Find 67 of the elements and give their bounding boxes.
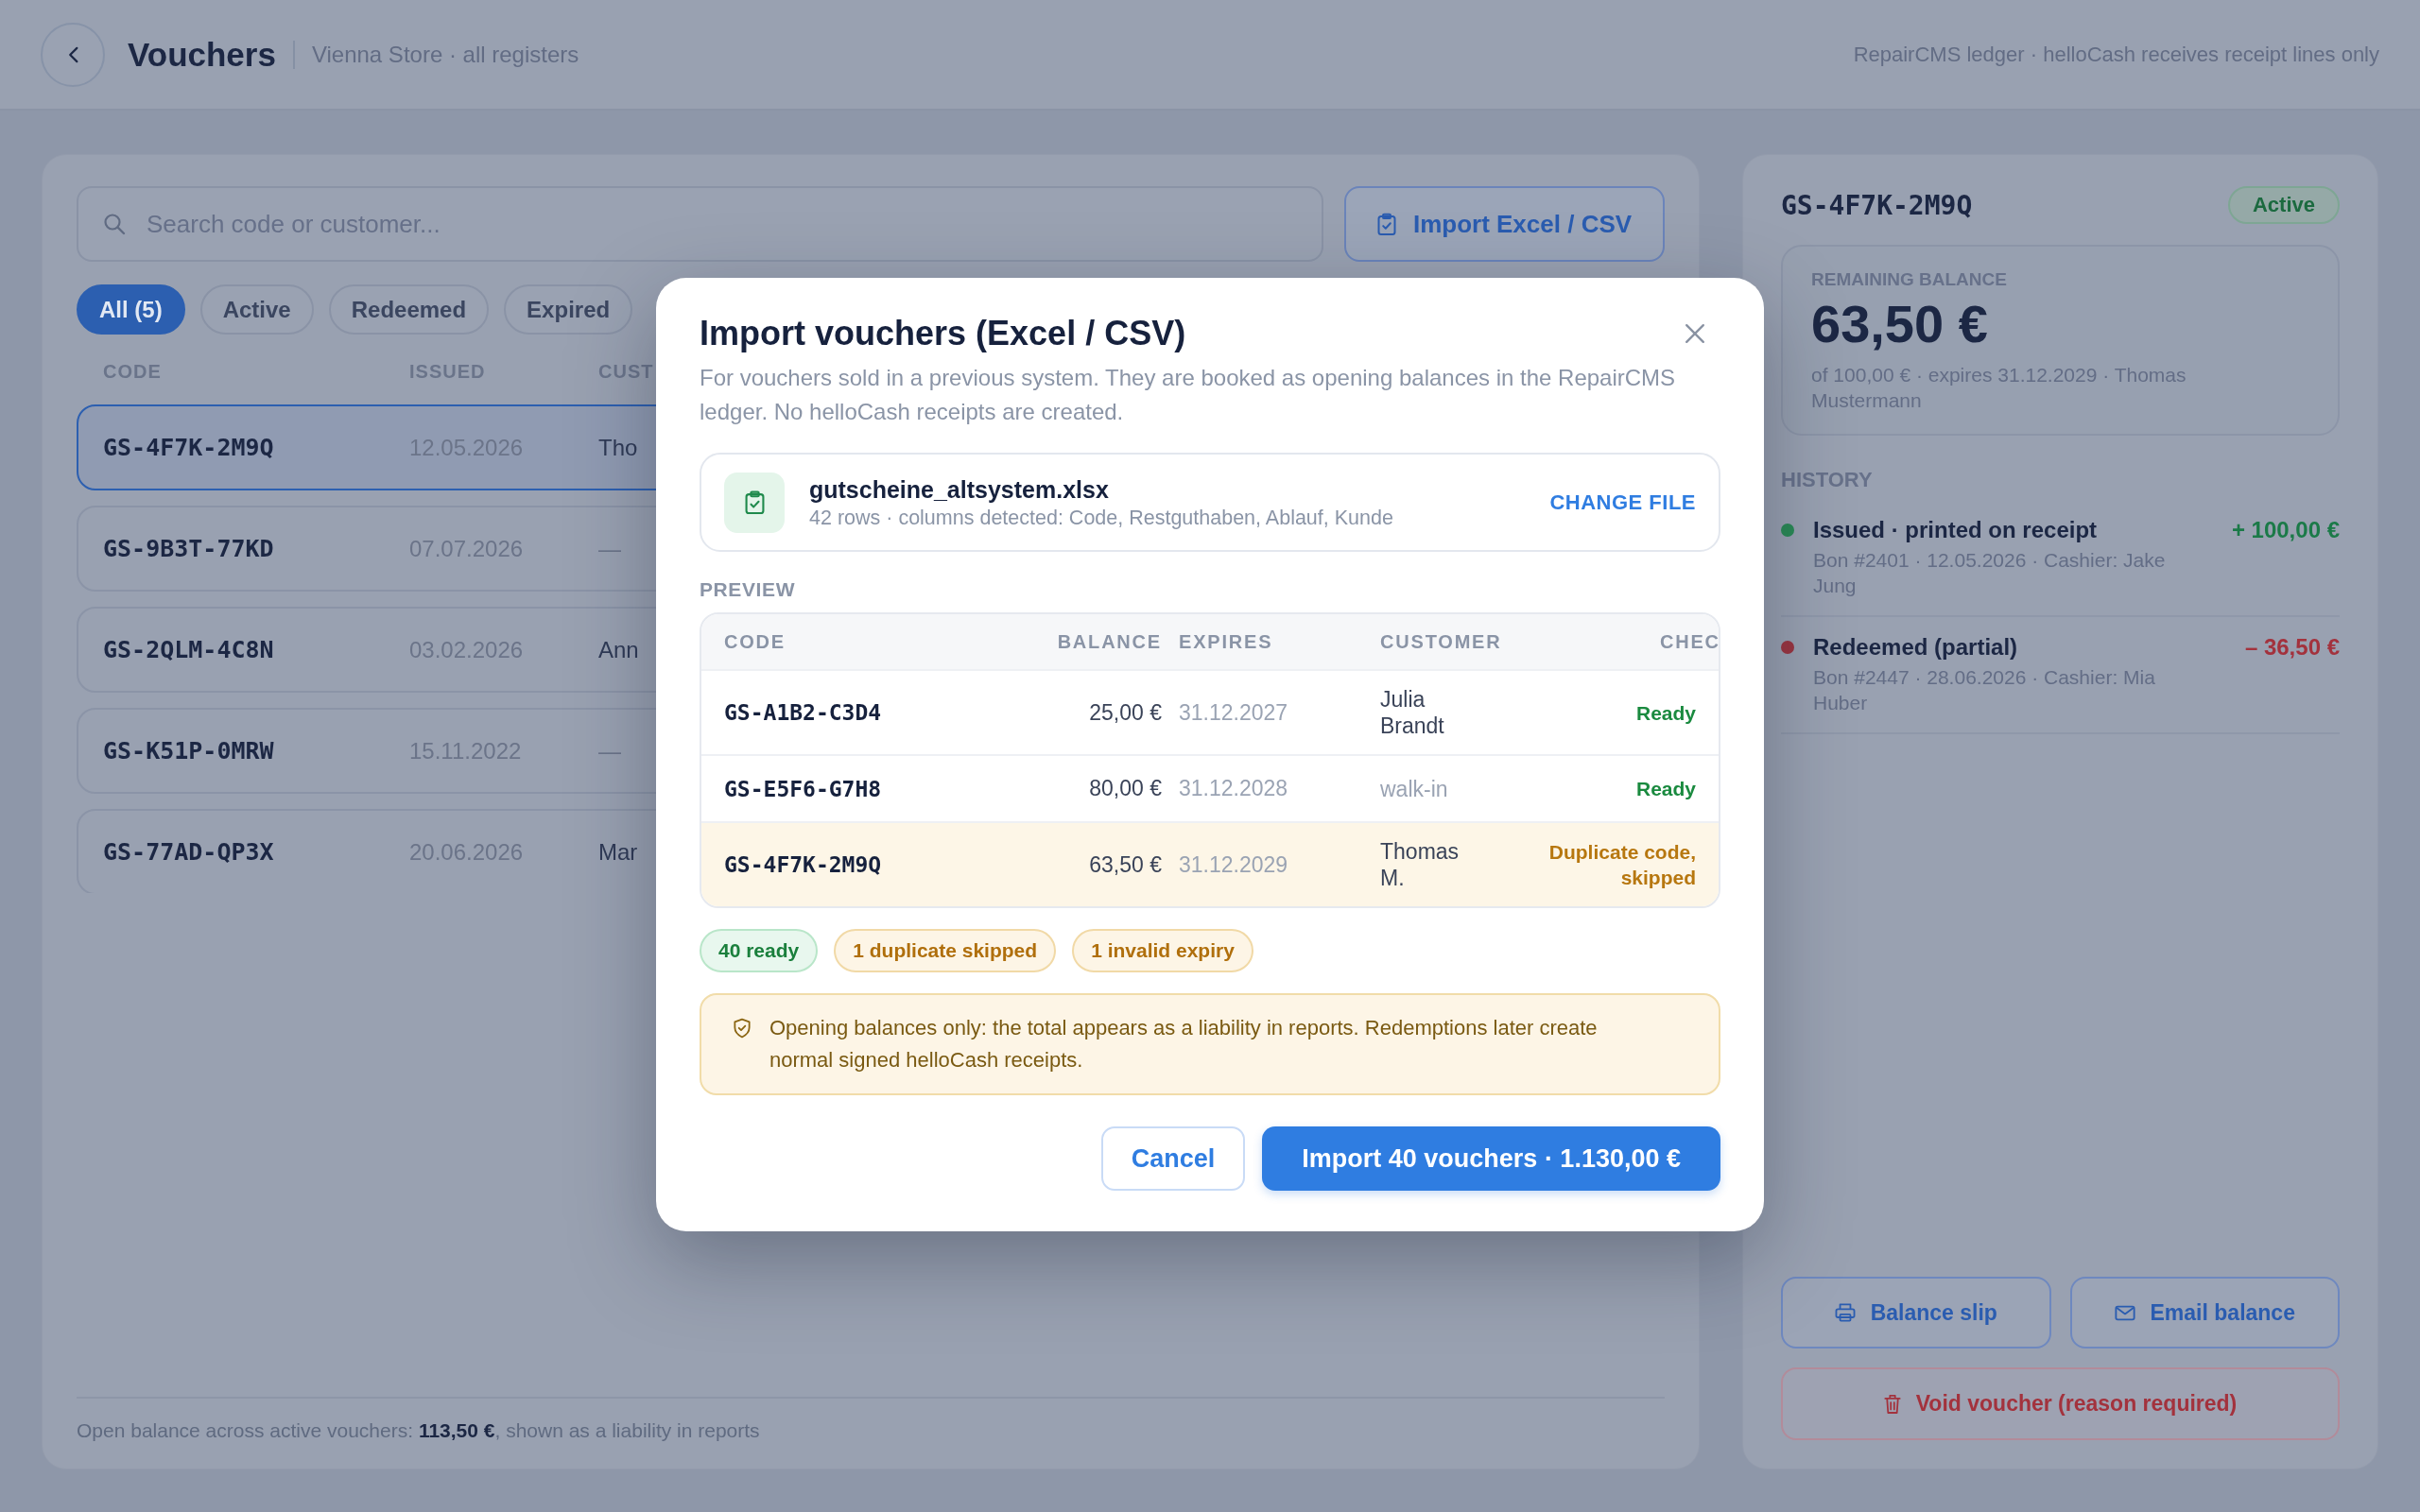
customer-name: Thomas M. <box>1380 838 1461 891</box>
summary-badge: 40 ready <box>700 929 819 972</box>
customer-name: Tho <box>598 434 638 461</box>
column-header: EXPIRES <box>1179 630 1273 653</box>
filter-chip[interactable]: All (5) <box>77 284 185 335</box>
voucher-code: GS-9B3T-77KD <box>103 535 274 562</box>
customer-name: Julia Brandt <box>1380 686 1445 739</box>
filter-chip[interactable]: Active <box>199 284 314 335</box>
history-amount: + 100,00 € <box>2231 516 2340 544</box>
voucher-code: GS-2QLM-4C8N <box>103 636 274 663</box>
check-status: Ready <box>1635 700 1696 726</box>
file-details: 42 rows · columns detected: Code, Restguthaben, Ablauf, Kunde <box>809 505 1393 531</box>
email-balance-button[interactable]: Email balance <box>2069 1277 2340 1349</box>
dialog-description: For vouchers sold in a previous system. They are booked as opening balances in the RepairCMS ledger. No helloCash receipts are created. <box>700 364 1677 426</box>
customer-name: Mar <box>598 838 638 866</box>
column-header: CUSTOMER <box>1380 630 1502 653</box>
clipboard-check-icon <box>1376 212 1396 236</box>
balance-amount: 63,50 € <box>1089 851 1162 878</box>
file-name: gutscheine_altsystem.xlsx <box>809 474 1109 505</box>
customer-name: — <box>598 535 621 562</box>
history-amount: – 36,50 € <box>2244 633 2340 662</box>
notice-text: Opening balances only: the total appears as a liability in reports. Redemptions later create normal signed helloCash receipts. <box>769 1015 1599 1074</box>
expiry-date: 31.12.2027 <box>1179 699 1288 726</box>
void-voucher-button[interactable]: Void voucher (reason required) <box>1781 1367 2340 1440</box>
voucher-code: GS-K51P-0MRW <box>103 737 274 765</box>
expiry-date: 31.12.2028 <box>1179 776 1288 801</box>
voucher-code: GS-A1B2-C3D4 <box>724 700 882 725</box>
import-file-button[interactable]: Import Excel / CSV <box>1344 186 1665 262</box>
page-title: Vouchers <box>128 35 276 74</box>
search-icon <box>103 213 126 235</box>
dialog-title: Import vouchers (Excel / CSV) <box>700 313 1186 354</box>
history-title: Redeemed (partial) <box>1813 633 2019 662</box>
summary-badge: 1 invalid expiry <box>1072 929 1253 972</box>
voucher-code: GS-4F7K-2M9Q <box>724 852 882 877</box>
check-status: Ready <box>1635 777 1696 801</box>
expiry-date: 31.12.2029 <box>1179 851 1288 878</box>
filter-chip[interactable]: Expired <box>504 284 633 335</box>
column-header: CODE <box>724 630 786 653</box>
import-vouchers-button[interactable]: Import 40 vouchers · 1.130,00 € <box>1262 1126 1720 1191</box>
voucher-code: GS-4F7K-2M9Q <box>1781 189 1973 221</box>
clipboard-check-icon <box>724 472 785 533</box>
check-status: Duplicate code, skipped <box>1547 840 1696 890</box>
history-title: Issued · printed on receipt <box>1813 516 2099 544</box>
status-badge: Active <box>2227 186 2340 224</box>
column-header: BALANCE <box>1057 630 1162 653</box>
voucher-code: GS-77AD-QP3X <box>103 838 274 866</box>
chevron-left-icon <box>67 45 78 63</box>
balance-amount: 25,00 € <box>1089 699 1162 726</box>
balance-amount: 63,50 € <box>1811 294 1989 354</box>
section-label: PREVIEW <box>700 577 797 602</box>
filter-chip[interactable]: Redeemed <box>328 284 490 335</box>
balance-summary: Open balance across active vouchers: 113,50 €, shown as a liability in reports <box>77 1418 761 1443</box>
voucher-code: GS-E5F6-G7H8 <box>724 776 882 801</box>
envelope-icon <box>2114 1304 2135 1321</box>
cancel-button[interactable]: Cancel <box>1100 1126 1246 1191</box>
customer-name: walk-in <box>1380 775 1448 802</box>
trash-icon <box>1883 1393 1901 1415</box>
close-icon <box>1685 323 1705 344</box>
balance-slip-button[interactable]: Balance slip <box>1781 1277 2051 1349</box>
change-file-link[interactable]: CHANGE FILE <box>1549 490 1696 515</box>
summary-badge: 1 duplicate skipped <box>834 929 1057 972</box>
printer-icon <box>1834 1303 1856 1322</box>
balance-amount: 80,00 € <box>1089 776 1162 801</box>
shield-check-icon <box>734 1018 751 1039</box>
voucher-code: GS-4F7K-2M9Q <box>103 434 274 461</box>
customer-name: Ann <box>598 636 639 663</box>
customer-name: — <box>598 737 621 765</box>
